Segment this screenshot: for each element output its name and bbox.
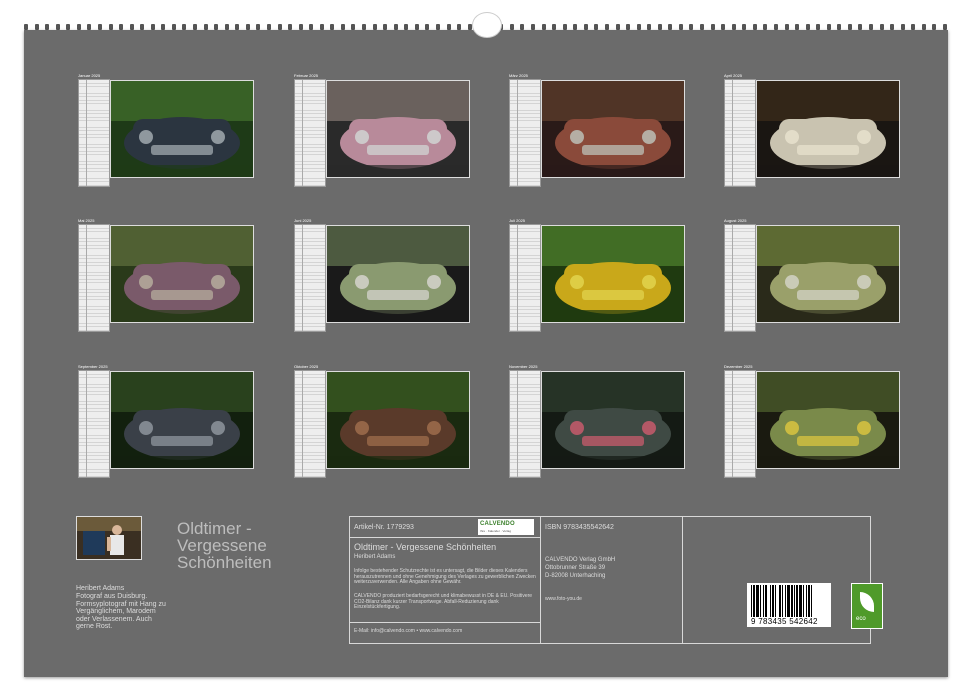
month-day-grid: [294, 79, 326, 187]
eco-note: CALVENDO produziert bedarfsgerecht und k…: [354, 593, 533, 611]
month-day-grid: [78, 79, 110, 187]
month-block: Juni 2025: [292, 218, 482, 344]
author-name: Heribert Adams: [76, 585, 125, 592]
month-label: März 2025: [509, 73, 528, 78]
month-block: Oktober 2025: [292, 364, 482, 490]
month-photo: [110, 225, 254, 323]
month-photo: [110, 371, 254, 469]
month-day-grid: [724, 79, 756, 187]
month-photo: [756, 371, 900, 469]
month-label: Februar 2025: [294, 73, 319, 78]
month-label: Mai 2025: [78, 218, 95, 223]
month-label: Dezember 2025: [724, 364, 753, 369]
calvendo-logo: CALVENDO Ihre · Kalender · Verlag: [478, 519, 534, 535]
month-label: September 2025: [78, 364, 108, 369]
month-day-grid: [294, 370, 326, 478]
month-block: Januar 2025: [76, 73, 266, 199]
article-number: Artikel-Nr. 1779293: [354, 524, 414, 531]
month-label: November 2025: [509, 364, 538, 369]
month-day-grid: [724, 224, 756, 332]
month-label: August 2025: [724, 218, 747, 223]
eco-label: eco: [856, 616, 866, 622]
month-photo: [326, 80, 470, 178]
month-block: August 2025: [722, 218, 912, 344]
month-block: April 2025: [722, 73, 912, 199]
hanger-hole: [472, 12, 502, 38]
calendar-title: Oldtimer - Vergessene Schönheiten: [177, 519, 272, 572]
month-day-grid: [509, 370, 541, 478]
month-label: Januar 2025: [78, 73, 101, 78]
legal-notice: Infolge bestehender Schutzrechte ist es …: [354, 568, 536, 586]
leaf-icon: [860, 592, 874, 612]
publisher-city: D-82008 Unterhaching: [545, 573, 606, 579]
month-day-grid: [724, 370, 756, 478]
author-photo: [76, 516, 142, 560]
month-day-grid: [78, 224, 110, 332]
publisher-street: Ottobrunner Straße 39: [545, 565, 606, 571]
month-day-grid: [78, 370, 110, 478]
month-block: November 2025: [507, 364, 697, 490]
month-photo: [541, 80, 685, 178]
month-day-grid: [509, 224, 541, 332]
month-label: Oktober 2025: [294, 364, 319, 369]
month-photo: [756, 225, 900, 323]
month-block: März 2025: [507, 73, 697, 199]
isbn-barcode: 9 783435 542642: [747, 583, 831, 627]
month-label: April 2025: [724, 73, 743, 78]
calvendo-logo-sub: Ihre · Kalender · Verlag: [480, 529, 512, 533]
month-day-grid: [509, 79, 541, 187]
calvendo-logo-text: CALVENDO: [480, 521, 515, 527]
month-photo: [541, 225, 685, 323]
contact-line: E-Mail: info@calvendo.com • www.calvendo…: [354, 628, 463, 634]
month-block: September 2025: [76, 364, 266, 490]
month-block: Juli 2025: [507, 218, 697, 344]
info-author: Heribert Adams: [354, 554, 396, 560]
month-block: Mai 2025: [76, 218, 266, 344]
month-photo: [326, 225, 470, 323]
month-label: Juli 2025: [509, 218, 526, 223]
month-block: Februar 2025: [292, 73, 482, 199]
month-block: Dezember 2025: [722, 364, 912, 490]
month-photo: [756, 80, 900, 178]
calendar-back-page: Januar 2025 Februar 2025 März 2025 April…: [24, 30, 948, 677]
info-title: Oldtimer - Vergessene Schönheiten: [354, 542, 497, 552]
month-photo: [326, 371, 470, 469]
month-label: Juni 2025: [294, 218, 312, 223]
author-description: Fotograf aus Duisburg. Formsyplotograf m…: [76, 593, 166, 630]
isbn: ISBN 9783435542642: [545, 524, 614, 531]
barcode-number: 9 783435 542642: [751, 617, 818, 626]
month-photo: [110, 80, 254, 178]
eco-badge: eco: [851, 583, 883, 629]
publisher-name: CALVENDO Verlag GmbH: [545, 557, 616, 563]
photographer-website[interactable]: www.foto-you.de: [545, 596, 582, 602]
month-day-grid: [294, 224, 326, 332]
month-photo: [541, 371, 685, 469]
